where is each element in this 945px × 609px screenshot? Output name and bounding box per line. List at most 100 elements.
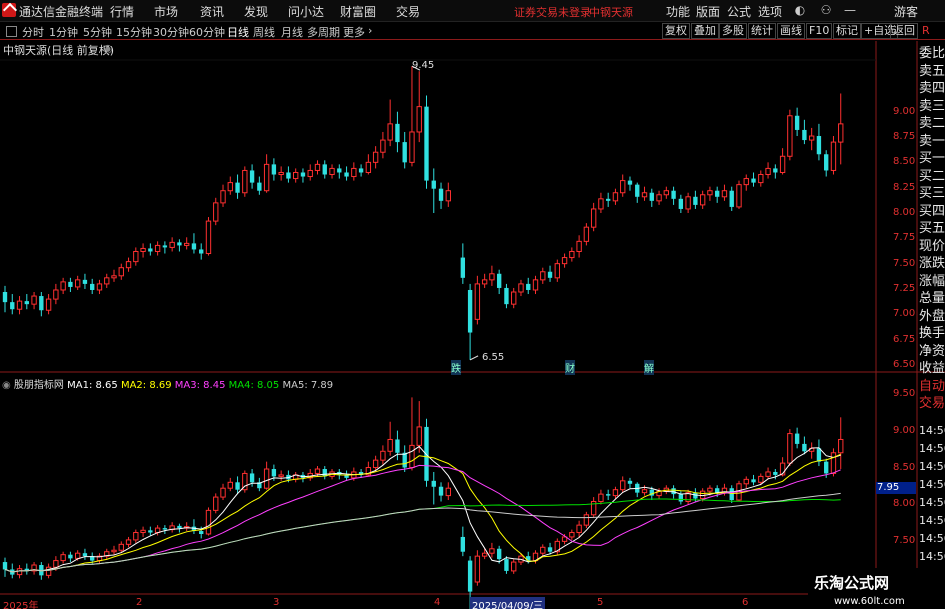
sidebar-item[interactable]: 卖五 [919, 63, 945, 81]
tool-f10[interactable]: F10 [806, 23, 833, 39]
chart-area[interactable] [0, 41, 945, 609]
sub-candle-body-up [118, 543, 124, 551]
tool-multi-stock[interactable]: 多股 [719, 23, 747, 39]
main-candle-body-up [765, 167, 771, 176]
x-label-may: 5 [597, 597, 604, 608]
sub-candle-body-down [68, 554, 73, 559]
main-candle-body-up [736, 184, 742, 208]
main-candle-body-up [351, 167, 357, 178]
tool-back[interactable]: 返回 [890, 23, 918, 39]
tool-overlay[interactable]: 叠加 [691, 23, 719, 39]
sub-candle-body-down [627, 480, 633, 484]
main-candle-body-down [271, 164, 277, 175]
menu-market[interactable]: 市场 [154, 3, 178, 20]
minimize-icon[interactable]: — [842, 2, 858, 18]
period-more[interactable]: 更多 [343, 24, 365, 40]
menu-wealth-circle[interactable]: 财富圈 [340, 3, 376, 20]
indicator-tick-label: 9.00 [893, 424, 916, 436]
tick-time: 14:56 [919, 424, 945, 437]
sidebar-item[interactable]: 卖二 [919, 115, 945, 133]
main-candle-body-up [314, 163, 321, 171]
sidebar-item[interactable]: 卖一 [919, 133, 945, 151]
sub-candle-body-down [460, 536, 466, 552]
main-candle-body-down [249, 170, 255, 183]
main-candle-body-down [678, 198, 684, 209]
menu-options[interactable]: 选项 [758, 3, 782, 20]
sub-candle-body-up [45, 566, 52, 576]
sidebar-item[interactable]: 涨跌 [919, 255, 945, 273]
sidebar-item[interactable]: 买四 [919, 203, 945, 221]
period-60min[interactable]: 60分钟 [189, 24, 225, 40]
expand-icon[interactable] [6, 26, 17, 37]
login-notice[interactable]: 证券交易未登录 [514, 4, 591, 20]
sub-candle-body-down [504, 559, 509, 571]
chevron-right-icon[interactable]: › [368, 24, 372, 37]
period-monthly[interactable]: 月线 [281, 24, 303, 40]
period-1min[interactable]: 1分钟 [49, 24, 78, 40]
menu-layout[interactable]: 版面 [696, 3, 720, 20]
sub-candle-body-up [53, 560, 59, 568]
tool-statistics[interactable]: 统计 [748, 23, 776, 39]
sidebar-item[interactable]: 外盘 [919, 308, 945, 326]
sub-candle-body-down [802, 443, 807, 452]
sub-candle-body-down [424, 426, 429, 481]
user-icon[interactable]: ⚇ [818, 2, 834, 18]
period-5min[interactable]: 5分钟 [83, 24, 112, 40]
sidebar-item[interactable]: 买二 [919, 168, 945, 186]
tool-adjust[interactable]: 复权 [662, 23, 690, 39]
menu-news[interactable]: 资讯 [200, 3, 224, 20]
sidebar-toggle-icon[interactable]: R [922, 24, 930, 37]
sidebar-item[interactable]: 涨幅 [919, 273, 945, 291]
menu-discover[interactable]: 发现 [244, 3, 268, 20]
period-multi[interactable]: 多周期 [307, 24, 340, 40]
sidebar-item[interactable]: 换手 [919, 325, 945, 343]
menu-functions[interactable]: 功能 [666, 3, 690, 20]
x-label-jun: 6 [742, 597, 749, 608]
sidebar-item[interactable]: 买三 [919, 185, 945, 203]
sub-candle-body-down [199, 531, 204, 534]
x-label-feb: 2 [136, 597, 143, 608]
event-label-finance[interactable]: 财 [565, 360, 575, 375]
sidebar-item[interactable]: 交易 [919, 395, 945, 413]
main-candle-body-up [293, 171, 299, 180]
sub-candle-body-up [787, 433, 793, 464]
sidebar-item[interactable]: 收益 [919, 360, 945, 378]
menu-trade[interactable]: 交易 [396, 3, 420, 20]
event-label-drop[interactable]: 跌 [451, 360, 461, 375]
indicator-settings-icon[interactable]: ◉ [2, 380, 11, 391]
sidebar-item[interactable]: 委比 [919, 45, 945, 63]
sidebar-item[interactable]: 卖三 [919, 98, 945, 116]
period-timeshare[interactable]: 分时 [22, 24, 44, 40]
sidebar-item[interactable]: 净资 [919, 343, 945, 361]
tool-mark[interactable]: 标记 [833, 23, 861, 39]
sidebar-item[interactable]: 买一 [919, 150, 945, 168]
price-tick-label: 9.00 [893, 105, 916, 117]
sidebar-item[interactable]: 自动 [919, 378, 945, 396]
main-candle-body-up [656, 194, 662, 202]
period-daily[interactable]: 日线 [227, 24, 249, 40]
sidebar-item[interactable]: 现价 [919, 238, 945, 256]
sub-candle-body-down [671, 488, 676, 495]
guest-user[interactable]: 游客 [894, 3, 918, 20]
sub-candle-body-down [606, 494, 611, 496]
sidebar-item[interactable]: 总量 [919, 290, 945, 308]
sub-candle-body-up [213, 496, 219, 511]
period-weekly[interactable]: 周线 [253, 24, 275, 40]
menu-ask-xiaoda[interactable]: 问小达 [288, 3, 324, 20]
skin-icon[interactable]: ◐ [792, 2, 808, 18]
main-candle-body-up [758, 174, 764, 184]
event-label-unlock[interactable]: 解 [644, 360, 654, 375]
menu-quotes[interactable]: 行情 [110, 3, 134, 20]
sidebar-item[interactable]: 卖四 [919, 80, 945, 98]
main-candle-body-up [743, 178, 749, 186]
tool-draw[interactable]: 画线 [777, 23, 805, 39]
period-30min[interactable]: 30分钟 [153, 24, 189, 40]
x-label-apr: 4 [434, 597, 441, 608]
menu-formula[interactable]: 公式 [727, 3, 751, 20]
sidebar-item[interactable]: 买五 [919, 220, 945, 238]
main-candle-body-up [838, 123, 844, 143]
chart-settings-icon[interactable]: ◉ [103, 42, 113, 55]
period-15min[interactable]: 15分钟 [116, 24, 152, 40]
main-candle-body-up [53, 289, 59, 300]
main-candle-body-up [213, 202, 219, 222]
